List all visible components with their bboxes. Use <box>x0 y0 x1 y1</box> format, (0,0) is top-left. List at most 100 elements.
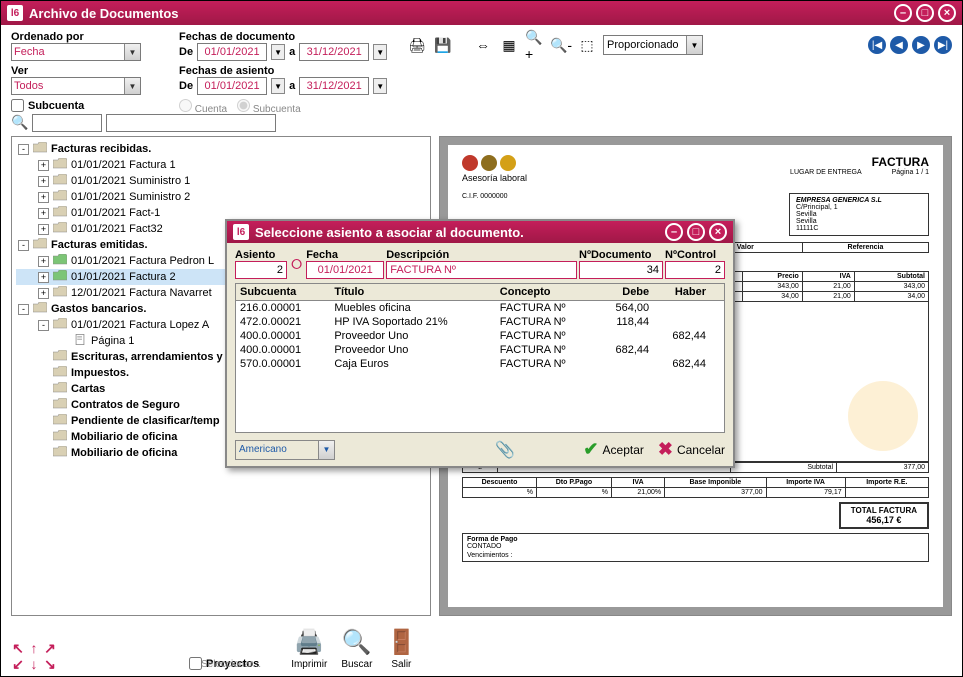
asiento-input[interactable] <box>235 261 287 279</box>
last-page-button[interactable]: ▶| <box>934 36 952 54</box>
expand-collapse-icon[interactable]: ↖↑↗ ↙↓↘ <box>11 640 57 670</box>
tree-node-label: Mobiliario de oficina <box>71 431 177 443</box>
dialog-maximize-button[interactable]: □ <box>687 223 705 241</box>
fecha-input[interactable] <box>306 261 384 279</box>
fit-width-icon[interactable]: ⇔ <box>473 35 493 55</box>
ordenado-label: Ordenado por <box>11 31 171 43</box>
next-page-button[interactable]: ▶ <box>912 36 930 54</box>
fit-page-icon[interactable]: ▦ <box>499 35 519 55</box>
fechas-asiento-label: Fechas de asiento <box>179 65 399 77</box>
minimize-button[interactable]: – <box>894 4 912 22</box>
folder-icon <box>33 238 47 252</box>
attachment-icon[interactable]: 📎 <box>495 440 515 460</box>
zoom-region-icon[interactable]: ⬚ <box>577 35 597 55</box>
expander-icon[interactable]: + <box>38 272 49 283</box>
tree-node-label: Impuestos. <box>71 367 129 379</box>
subcuenta-checkbox[interactable] <box>11 99 24 112</box>
tree-node-label: Escrituras, arrendamientos y <box>71 351 223 363</box>
tree-node[interactable]: -Facturas recibidas. <box>16 141 426 157</box>
buscar-button[interactable]: 🔍 Buscar <box>341 628 372 670</box>
maximize-button[interactable]: □ <box>916 4 934 22</box>
imprimir-button[interactable]: 🖨️ Imprimir <box>291 628 327 670</box>
expander-icon[interactable]: + <box>38 176 49 187</box>
close-button[interactable]: × <box>938 4 956 22</box>
chevron-down-icon[interactable]: ▼ <box>373 44 387 60</box>
expander-icon[interactable]: - <box>18 144 29 155</box>
tree-node[interactable]: +01/01/2021 Suministro 2 <box>16 189 426 205</box>
footer-toolbar: ↖↑↗ ↙↓↘ Proyectos Seleccionar... 🖨️ Impr… <box>11 628 952 670</box>
expander-icon[interactable]: - <box>18 304 29 315</box>
folder-icon <box>53 382 67 396</box>
chevron-down-icon[interactable]: ▼ <box>271 78 285 94</box>
ordenado-combo[interactable]: Fecha ▼ <box>11 43 141 61</box>
grid-row[interactable]: 570.0.00001Caja EurosFACTURA Nº682,44 <box>236 357 724 371</box>
grid-row[interactable]: 472.0.00021HP IVA Soportado 21%FACTURA N… <box>236 315 724 329</box>
folder-icon <box>53 318 67 332</box>
expander-icon[interactable]: + <box>38 288 49 299</box>
record-icon[interactable]: ⭘ <box>291 256 302 273</box>
zoom-mode-combo[interactable]: Proporcionado ▼ <box>603 35 703 55</box>
dialog-minimize-button[interactable]: – <box>665 223 683 241</box>
expander-icon[interactable]: + <box>38 224 49 235</box>
asiento-lines-grid[interactable]: Subcuenta Título Concepto Debe Haber 216… <box>235 283 725 433</box>
folder-icon <box>33 302 47 316</box>
dialog-title: Seleccione asiento a asociar al document… <box>255 225 524 240</box>
grid-row[interactable]: 400.0.00001Proveedor UnoFACTURA Nº682,44 <box>236 343 724 357</box>
seleccionar-label: Seleccionar... <box>201 659 261 670</box>
subcuenta-name-input[interactable] <box>106 114 276 132</box>
descripcion-input[interactable] <box>386 261 577 279</box>
expander-icon[interactable]: + <box>38 192 49 203</box>
doc-date-from[interactable] <box>197 43 267 61</box>
tree-node[interactable]: +01/01/2021 Suministro 1 <box>16 173 426 189</box>
tree-node-label: 01/01/2021 Factura 2 <box>71 271 176 283</box>
aceptar-button[interactable]: ✔ Aceptar <box>583 439 643 460</box>
format-combo[interactable]: Americano ▼ <box>235 440 335 460</box>
chevron-down-icon[interactable]: ▼ <box>373 78 387 94</box>
asiento-date-from[interactable] <box>197 77 267 95</box>
chevron-down-icon: ▼ <box>686 36 702 54</box>
subcuenta-label: Subcuenta <box>28 100 84 112</box>
prev-page-button[interactable]: ◀ <box>890 36 908 54</box>
chevron-down-icon[interactable]: ▼ <box>271 44 285 60</box>
save-icon[interactable]: 💾 <box>433 35 453 55</box>
salir-button[interactable]: 🚪 Salir <box>386 628 416 670</box>
expander-icon[interactable]: - <box>18 240 29 251</box>
fechas-doc-label: Fechas de documento <box>179 31 399 43</box>
expander-icon[interactable]: + <box>38 256 49 267</box>
expander-icon[interactable]: + <box>38 160 49 171</box>
dialog-close-button[interactable]: × <box>709 223 727 241</box>
tree-node-label: 01/01/2021 Factura Lopez A <box>71 319 209 331</box>
doc-date-to[interactable] <box>299 43 369 61</box>
ncontrol-input[interactable] <box>665 261 725 279</box>
zoom-out-icon[interactable]: 🔍- <box>551 35 571 55</box>
ndocumento-input[interactable] <box>579 261 663 279</box>
tree-node-label: Cartas <box>71 383 105 395</box>
subcuenta-code-input[interactable] <box>32 114 102 132</box>
folder-icon <box>53 414 67 428</box>
ver-combo[interactable]: Todos ▼ <box>11 77 141 95</box>
dialog-titlebar: l6 Seleccione asiento a asociar al docum… <box>227 221 733 243</box>
tree-node-label: Facturas emitidas. <box>51 239 148 251</box>
tree-node-label: 01/01/2021 Suministro 1 <box>71 175 190 187</box>
cancelar-button[interactable]: ✖ Cancelar <box>658 439 725 460</box>
chevron-down-icon: ▼ <box>124 44 140 60</box>
search-icon: 🔍 <box>342 628 372 657</box>
first-page-button[interactable]: |◀ <box>868 36 886 54</box>
main-titlebar: l6 Archivo de Documentos – □ × <box>1 1 962 25</box>
asiento-date-to[interactable] <box>299 77 369 95</box>
search-icon[interactable]: 🔍 <box>11 114 28 132</box>
check-icon: ✔ <box>583 439 598 460</box>
zoom-in-icon[interactable]: 🔍+ <box>525 35 545 55</box>
expander-icon[interactable]: - <box>38 320 49 331</box>
radio-cuenta[interactable]: Cuenta <box>179 99 227 115</box>
window-title: Archivo de Documentos <box>29 6 179 21</box>
expander-icon[interactable]: + <box>38 208 49 219</box>
folder-icon <box>53 286 67 300</box>
tree-node-label: Contratos de Seguro <box>71 399 180 411</box>
tree-node[interactable]: +01/01/2021 Factura 1 <box>16 157 426 173</box>
radio-subcuenta[interactable]: Subcuenta <box>237 99 301 115</box>
grid-row[interactable]: 216.0.00001Muebles oficinaFACTURA Nº564,… <box>236 301 724 316</box>
print-icon[interactable]: 🖨 <box>407 35 427 55</box>
grid-row[interactable]: 400.0.00001Proveedor UnoFACTURA Nº682,44 <box>236 329 724 343</box>
tree-node-label: 01/01/2021 Fact32 <box>71 223 163 235</box>
